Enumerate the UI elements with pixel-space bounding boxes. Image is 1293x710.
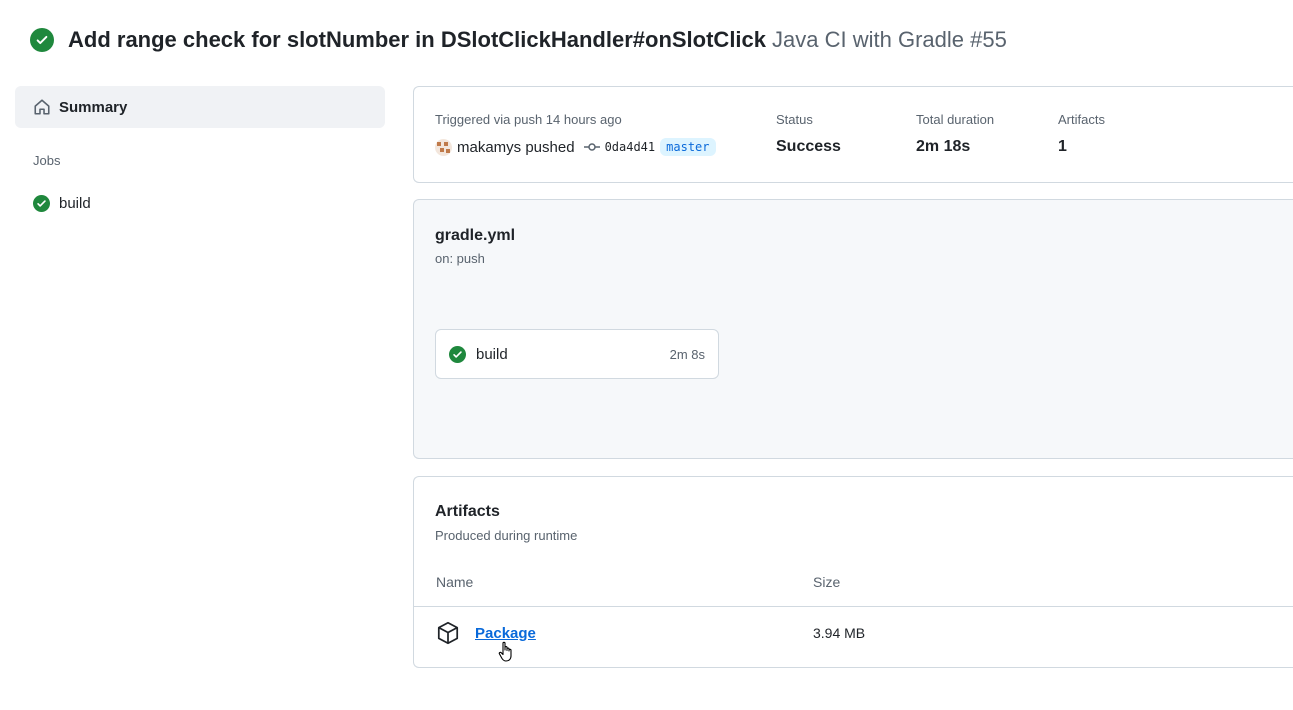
- sidebar-item-label: build: [59, 195, 91, 212]
- job-card-duration: 2m 8s: [669, 346, 705, 362]
- status-label: Status: [776, 112, 813, 127]
- success-check-icon: [449, 345, 466, 363]
- package-icon: [437, 621, 459, 645]
- table-divider: [414, 606, 1293, 607]
- commit-title: Add range check for slotNumber in DSlotC…: [68, 27, 767, 52]
- success-check-icon: [30, 28, 54, 52]
- branch-label[interactable]: master: [660, 138, 716, 156]
- duration-value: 2m 18s: [916, 138, 971, 155]
- commit-row: makamys pushed 0da4d41 master: [435, 138, 716, 156]
- sidebar-item-label: Summary: [59, 98, 128, 116]
- column-header-size: Size: [813, 574, 841, 590]
- column-header-name: Name: [436, 574, 474, 590]
- artifact-download-link[interactable]: Package: [475, 625, 536, 642]
- trigger-text: Triggered via push 14 hours ago: [435, 112, 622, 127]
- git-commit-icon: [583, 143, 600, 151]
- workflow-file[interactable]: gradle.yml: [435, 227, 515, 245]
- sidebar-item-summary[interactable]: Summary: [15, 86, 385, 128]
- success-check-icon: [33, 195, 50, 212]
- job-card-build[interactable]: build 2m 8s: [435, 329, 719, 379]
- home-icon: [34, 99, 50, 115]
- status-value: Success: [776, 138, 841, 155]
- sidebar-item-build[interactable]: build: [33, 195, 91, 212]
- table-row: Package: [435, 620, 536, 646]
- workflow-run-name: Java CI with Gradle #55: [772, 27, 1007, 52]
- actor-text[interactable]: makamys pushed: [457, 139, 575, 156]
- artifacts-subtitle: Produced during runtime: [435, 528, 578, 543]
- job-card-label: build: [476, 345, 508, 363]
- artifacts-title: Artifacts: [435, 503, 500, 520]
- avatar[interactable]: [435, 138, 452, 156]
- duration-label: Total duration: [916, 112, 995, 127]
- hand-cursor-icon: [498, 641, 512, 662]
- jobs-heading: Jobs: [33, 153, 61, 168]
- commit-sha-link[interactable]: 0da4d41: [605, 140, 656, 154]
- run-summary-panel: Triggered via push 14 hours ago makamys …: [413, 86, 1293, 183]
- artifact-size: 3.94 MB: [813, 625, 866, 641]
- workflow-trigger: on: push: [435, 251, 485, 266]
- run-title-row: Add range check for slotNumber in DSlotC…: [30, 26, 1007, 54]
- artifacts-count-value[interactable]: 1: [1058, 138, 1067, 156]
- artifacts-count-label: Artifacts: [1058, 112, 1105, 127]
